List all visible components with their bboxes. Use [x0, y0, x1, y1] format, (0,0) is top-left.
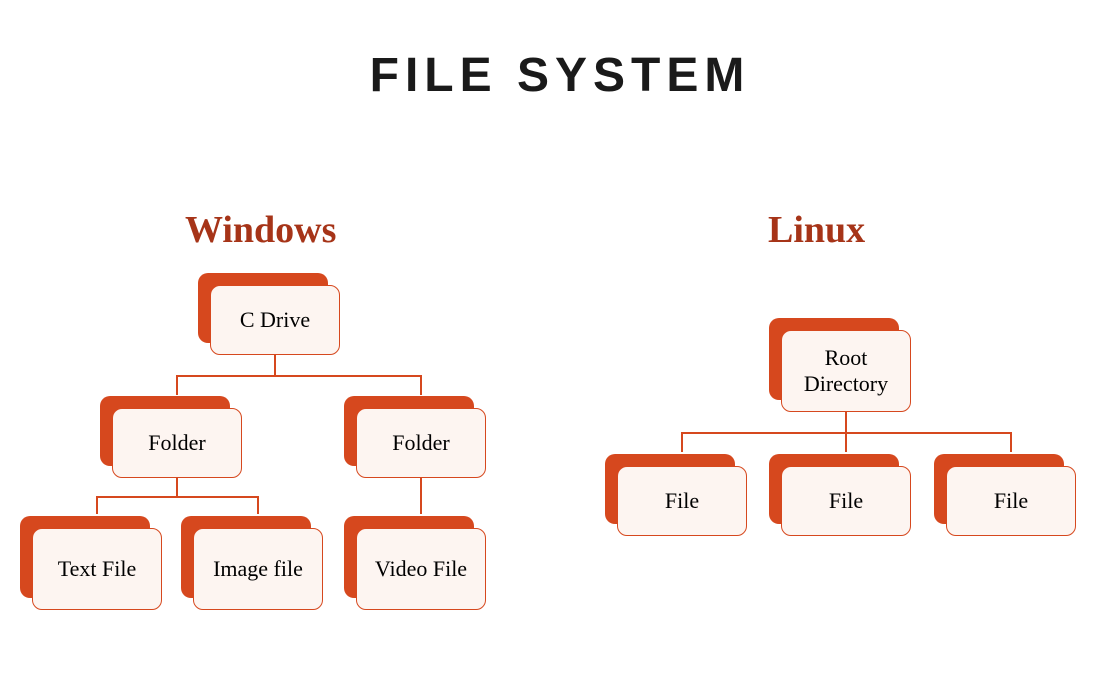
node-label: File — [946, 466, 1076, 536]
node-linux-file3: File — [946, 466, 1076, 536]
node-label: Folder — [112, 408, 242, 478]
node-label: Root Directory — [781, 330, 911, 412]
node-linux-file2: File — [781, 466, 911, 536]
connector — [1010, 432, 1012, 452]
node-linux-file1: File — [617, 466, 747, 536]
node-linux-root: Root Directory — [781, 330, 911, 412]
connector — [681, 432, 683, 452]
connector — [176, 478, 178, 496]
connector — [420, 375, 422, 395]
connector — [257, 496, 259, 514]
node-windows-root: C Drive — [210, 285, 340, 355]
connector — [176, 375, 178, 395]
heading-linux: Linux — [768, 208, 865, 252]
node-label: File — [617, 466, 747, 536]
node-windows-imagefile: Image file — [193, 528, 323, 610]
page-title: FILE SYSTEM — [0, 48, 1120, 103]
connector — [274, 355, 276, 375]
connector — [420, 478, 422, 514]
node-label: Image file — [193, 528, 323, 610]
node-label: Video File — [356, 528, 486, 610]
node-label: Folder — [356, 408, 486, 478]
node-windows-folder1: Folder — [112, 408, 242, 478]
node-label: C Drive — [210, 285, 340, 355]
node-label: Text File — [32, 528, 162, 610]
heading-windows: Windows — [185, 208, 336, 252]
connector — [96, 496, 258, 498]
node-windows-textfile: Text File — [32, 528, 162, 610]
node-windows-folder2: Folder — [356, 408, 486, 478]
node-windows-videofile: Video File — [356, 528, 486, 610]
connector — [845, 432, 847, 452]
connector — [176, 375, 421, 377]
connector — [96, 496, 98, 514]
node-label: File — [781, 466, 911, 536]
connector — [845, 412, 847, 432]
